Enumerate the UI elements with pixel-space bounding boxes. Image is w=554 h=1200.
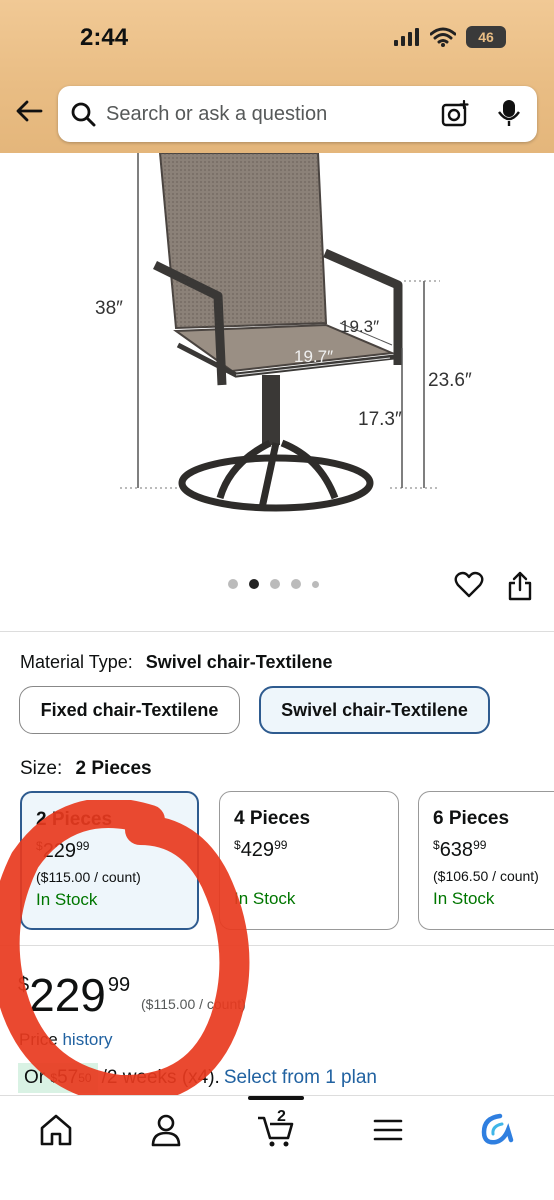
- image-carousel-indicator[interactable]: [228, 579, 319, 589]
- select-plan-link[interactable]: Select from 1 plan: [224, 1067, 377, 1089]
- size-option-price: $22999: [36, 839, 90, 862]
- size-selected: 2 Pieces: [75, 758, 152, 779]
- size-option-stock: In Stock: [433, 889, 495, 908]
- size-option-per-count: [234, 868, 384, 884]
- carousel-dot[interactable]: [228, 579, 238, 589]
- dimension-label: 23.6″: [428, 370, 472, 391]
- home-icon[interactable]: [36, 1110, 76, 1150]
- material-option-fixed-chair[interactable]: Fixed chair-Textilene: [19, 686, 240, 734]
- price-per-count: ($115.00 / count): [141, 996, 246, 1012]
- cart-count-badge: 2: [277, 1108, 286, 1125]
- divider: [0, 631, 554, 632]
- size-option-per-count: ($106.50 / count): [433, 868, 539, 884]
- size-option-name: 4 Pieces: [234, 808, 311, 829]
- search-bar[interactable]: [58, 86, 537, 142]
- rufus-assistant-icon[interactable]: [478, 1110, 518, 1150]
- cart-icon[interactable]: [256, 1110, 296, 1150]
- dimension-label: 17.3″: [358, 409, 402, 430]
- app-header: 2:44 46: [0, 0, 554, 153]
- search-input[interactable]: [106, 102, 406, 126]
- microphone-icon[interactable]: [497, 98, 521, 128]
- size-option-name: 2 Pieces: [36, 809, 113, 830]
- material-type-selected: Swivel chair-Textilene: [145, 652, 333, 672]
- installment-plan-row: Or $57 50 /2 weeks (x4). Select from 1 pl…: [18, 1061, 377, 1095]
- material-option-swivel-chair[interactable]: Swivel chair-Textilene: [259, 686, 490, 734]
- camera-search-icon[interactable]: [441, 100, 469, 128]
- carousel-dot[interactable]: [270, 579, 280, 589]
- carousel-dot-active[interactable]: [249, 579, 259, 589]
- dimension-label: 38″: [95, 298, 123, 319]
- back-arrow-icon[interactable]: [14, 96, 44, 126]
- installment-badge: Or $57 50: [18, 1063, 98, 1093]
- size-option-price: $63899: [433, 838, 487, 861]
- dimension-label: 19.3″: [340, 317, 380, 336]
- account-icon[interactable]: [146, 1110, 186, 1150]
- status-time: 2:44: [80, 24, 129, 51]
- menu-icon[interactable]: [368, 1110, 408, 1150]
- size-row: Size: 2 Pieces: [20, 758, 152, 780]
- active-tab-indicator: [248, 1096, 304, 1100]
- wifi-icon: [430, 27, 456, 47]
- size-option-2-pieces[interactable]: 2 Pieces $22999 ($115.00 / count) In Sto…: [20, 791, 199, 930]
- search-icon: [71, 102, 96, 127]
- size-option-price: $42999: [234, 838, 288, 861]
- heart-icon[interactable]: [454, 570, 484, 600]
- product-price: $229 99: [18, 969, 131, 1021]
- size-option-stock: In Stock: [234, 889, 296, 908]
- price-history-link[interactable]: history: [62, 1030, 112, 1049]
- size-option-name: 6 Pieces: [433, 808, 510, 829]
- size-option-stock: In Stock: [36, 890, 98, 909]
- dimension-label: 19.7″: [294, 347, 334, 366]
- size-option-4-pieces[interactable]: 4 Pieces $42999 In Stock: [219, 791, 399, 930]
- carousel-dot[interactable]: [291, 579, 301, 589]
- size-option-6-pieces[interactable]: 6 Pieces $63899 ($106.50 / count) In Sto…: [418, 791, 554, 930]
- material-type-label: Material Type:: [20, 652, 133, 672]
- signal-icon: [394, 28, 419, 46]
- status-icons: 46: [394, 26, 506, 48]
- swivel-chair-illustration: [120, 152, 440, 512]
- installment-terms: /2 weeks (x4).: [101, 1067, 220, 1088]
- price-history[interactable]: Price history: [19, 1030, 113, 1050]
- size-label: Size:: [20, 758, 63, 779]
- divider: [0, 945, 554, 946]
- material-type-row: Material Type: Swivel chair-Textilene: [20, 652, 333, 673]
- product-image[interactable]: 38″ 19.3″ 19.7″ 23.6″ 17.3″: [0, 152, 554, 573]
- share-icon[interactable]: [506, 570, 534, 602]
- battery-icon: 46: [466, 26, 506, 48]
- size-option-per-count: ($115.00 / count): [36, 869, 141, 885]
- carousel-dot[interactable]: [312, 580, 319, 588]
